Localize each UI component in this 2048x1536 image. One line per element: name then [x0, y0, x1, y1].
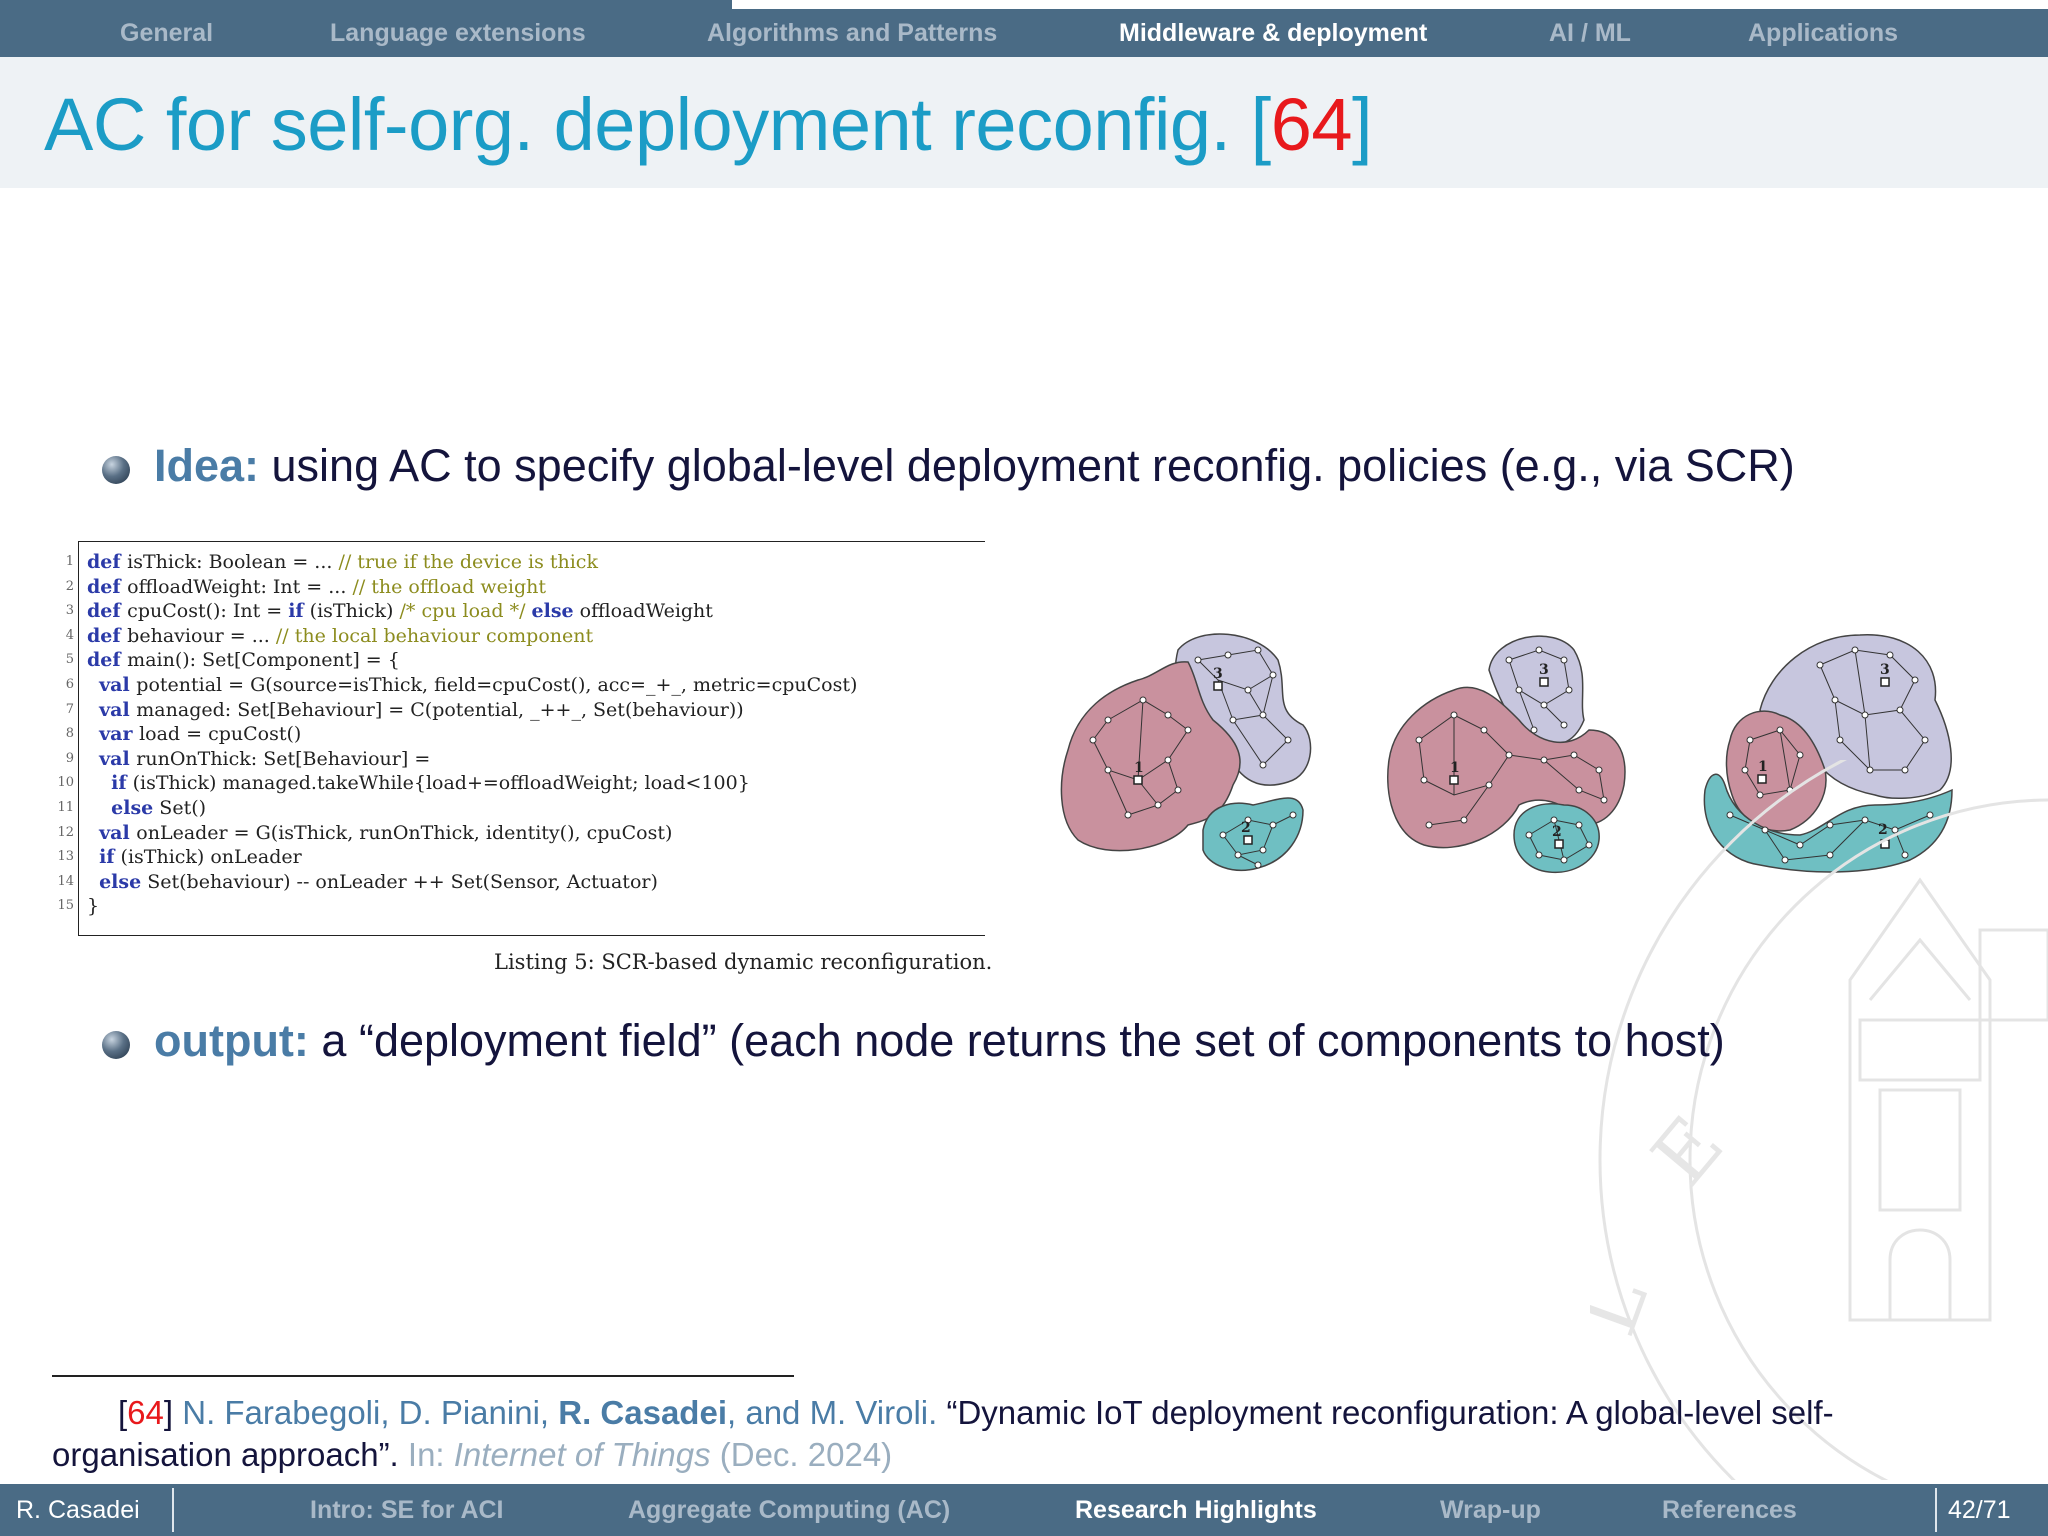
code-line: val managed: Set[Behaviour] = C(potentia… [99, 698, 744, 721]
line-number: 5 [65, 652, 74, 668]
deployment-diagram-1: 1 2 3 [1060, 633, 1312, 872]
code-line: val runOnThick: Set[Behaviour] = [99, 747, 431, 770]
nav-applications[interactable]: Applications [1748, 9, 1898, 57]
line-number: 12 [57, 824, 74, 840]
nav-algorithms-patterns[interactable]: Algorithms and Patterns [707, 9, 997, 57]
line-number: 3 [65, 603, 74, 619]
code-listing: def isThick: Boolean = ... // true if th… [78, 541, 985, 936]
svg-text:2: 2 [1552, 824, 1562, 840]
footer-nav-intro[interactable]: Intro: SE for ACI [310, 1484, 504, 1536]
code-line: if (isThick) onLeader [99, 846, 302, 869]
code-line: var load = cpuCost() [99, 723, 302, 746]
line-number: 14 [57, 873, 74, 889]
svg-text:L: L [1590, 1267, 1666, 1346]
title-citation[interactable]: 64 [1271, 83, 1353, 166]
bullet-icon [102, 1031, 130, 1059]
code-line: def behaviour = ... // the local behavio… [87, 624, 594, 647]
bullet-text: using AC to specify global-level deploym… [259, 440, 1795, 491]
footer-nav-wrap-up[interactable]: Wrap-up [1440, 1484, 1541, 1536]
footer-nav-research-highlights[interactable]: Research Highlights [1075, 1484, 1317, 1536]
svg-text:E: E [1636, 1101, 1742, 1202]
line-number: 13 [57, 849, 74, 865]
code-line: else Set(behaviour) -- onLeader ++ Set(S… [99, 870, 658, 893]
line-number: 10 [57, 775, 74, 791]
line-number: 8 [65, 726, 74, 742]
bullet-text: a “deployment field” (each node returns … [308, 1015, 1725, 1066]
code-line: def main(): Set[Component] = { [87, 649, 400, 672]
code-line: def cpuCost(): Int = if (isThick) /* cpu… [87, 600, 713, 623]
line-number: 9 [65, 750, 74, 766]
nav-middleware-deployment[interactable]: Middleware & deployment [1119, 9, 1427, 57]
svg-text:3: 3 [1539, 662, 1549, 678]
footer-nav-aggregate-computing[interactable]: Aggregate Computing (AC) [628, 1484, 950, 1536]
slide-title: AC for self-org. deployment reconfig. [6… [44, 83, 1373, 166]
code-line: def offloadWeight: Int = ... // the offl… [87, 575, 547, 598]
footnote-rule [52, 1375, 794, 1377]
footer-separator [172, 1488, 174, 1532]
line-number: 15 [57, 898, 74, 914]
line-number: 11 [57, 800, 74, 815]
listing-caption: Listing 5: SCR-based dynamic reconfigura… [494, 950, 993, 974]
line-number: 4 [65, 627, 74, 643]
footnote-ref-link[interactable]: 64 [127, 1394, 164, 1431]
footnote-venue: In: Internet of Things (Dec. 2024) [398, 1436, 893, 1473]
page-number: 42/71 [1948, 1496, 2011, 1524]
top-navigation: General Language extensions Algorithms a… [0, 9, 2048, 57]
svg-text:3: 3 [1880, 662, 1890, 678]
code-line: else Set() [111, 797, 207, 819]
footer-nav-references[interactable]: References [1662, 1484, 1797, 1536]
svg-text:1: 1 [1134, 760, 1144, 776]
progress-strip [0, 0, 2048, 9]
bullet-keyword: output: [154, 1015, 309, 1066]
svg-text:3: 3 [1213, 666, 1223, 682]
footnote: [64] N. Farabegoli, D. Pianini, R. Casad… [52, 1394, 1834, 1473]
line-number: 2 [65, 578, 74, 594]
svg-text:1: 1 [1450, 760, 1460, 776]
nav-general[interactable]: General [120, 9, 213, 57]
bullet-icon [102, 456, 130, 484]
bottom-navigation: R. Casadei Intro: SE for ACI Aggregate C… [0, 1484, 2048, 1536]
nav-language-extensions[interactable]: Language extensions [330, 9, 586, 57]
nav-ai-ml[interactable]: AI / ML [1549, 9, 1631, 57]
footer-separator [1935, 1488, 1937, 1532]
code-line: val onLeader = G(isThick, runOnThick, id… [99, 821, 673, 844]
university-seal-watermark: L E [1590, 760, 2048, 1480]
svg-text:2: 2 [1241, 820, 1251, 836]
progress-fill [0, 0, 732, 9]
bullet-keyword: Idea: [154, 440, 260, 491]
code-line: def isThick: Boolean = ... // true if th… [87, 551, 598, 573]
code-line: val potential = G(source=isThick, field=… [99, 674, 858, 696]
code-line: } [87, 895, 100, 918]
line-number: 1 [65, 554, 74, 569]
line-number: 7 [65, 701, 74, 717]
footnote-authors: N. Farabegoli, D. Pianini, R. Casadei, a… [182, 1394, 938, 1431]
line-number: 6 [65, 677, 74, 692]
code-line: if (isThick) managed.takeWhile{load+=off… [111, 772, 750, 795]
footer-author: R. Casadei [16, 1496, 140, 1524]
